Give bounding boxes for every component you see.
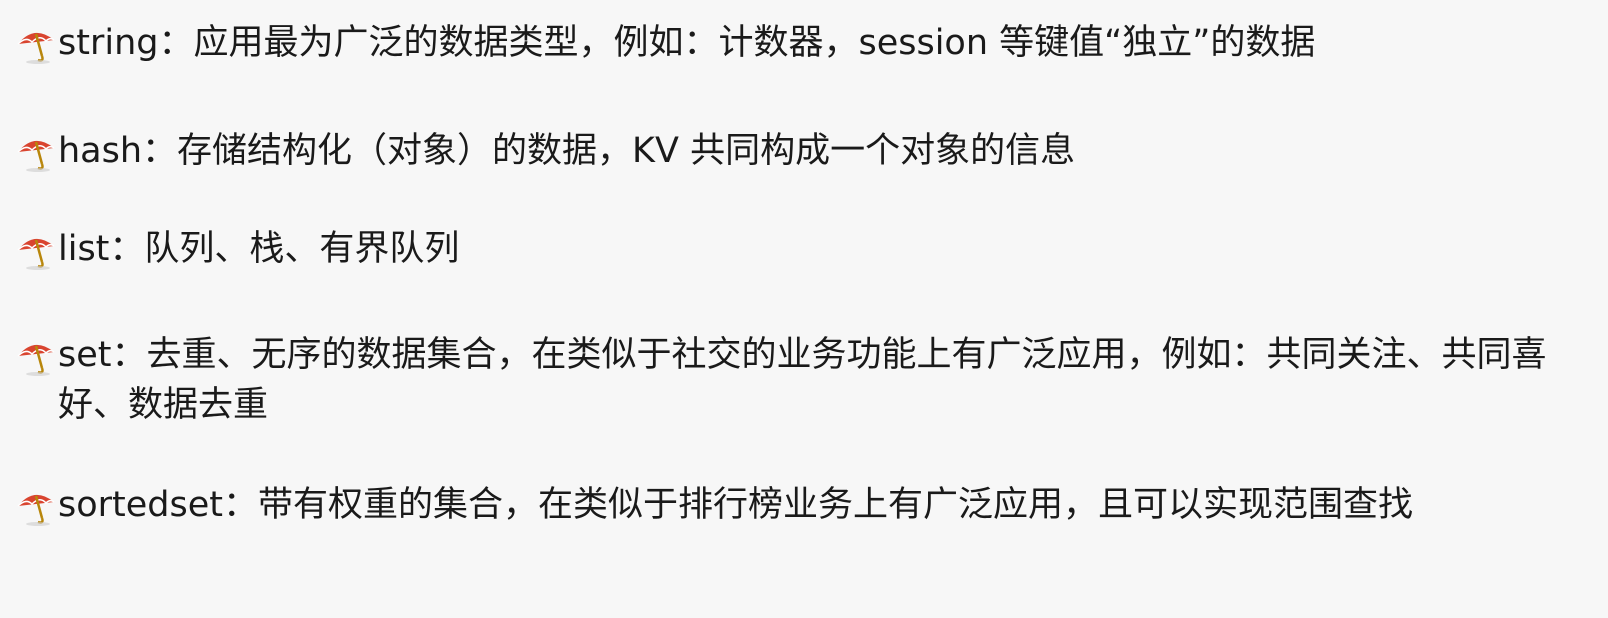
bullet-item-set: set：去重、无序的数据集合，在类似于社交的业务功能上有广泛应用，例如：共同关注… (14, 330, 1594, 430)
bullet-item-hash: hash：存储结构化（对象）的数据，KV 共同构成一个对象的信息 (14, 126, 1594, 176)
bullet-text: hash：存储结构化（对象）的数据，KV 共同构成一个对象的信息 (58, 131, 1076, 171)
bullet-item-list: list：队列、栈、有界队列 (14, 224, 1594, 274)
bullet-item-string: string：应用最为广泛的数据类型，例如：计数器，session 等键值“独立… (14, 18, 1594, 68)
umbrella-icon (17, 344, 55, 376)
bullet-text: sortedset：带有权重的集合，在类似于排行榜业务上有广泛应用，且可以实现范… (58, 485, 1414, 525)
umbrella-icon (17, 238, 55, 270)
bullet-text: string：应用最为广泛的数据类型，例如：计数器，session 等键值“独立… (58, 23, 1316, 63)
bullet-text: set：去重、无序的数据集合，在类似于社交的业务功能上有广泛应用，例如：共同关注… (58, 335, 1547, 425)
bullet-item-sortedset: sortedset：带有权重的集合，在类似于排行榜业务上有广泛应用，且可以实现范… (14, 480, 1594, 530)
slide: string：应用最为广泛的数据类型，例如：计数器，session 等键值“独立… (0, 0, 1608, 618)
umbrella-icon (17, 494, 55, 526)
umbrella-icon (17, 140, 55, 172)
bullet-text: list：队列、栈、有界队列 (58, 229, 460, 269)
umbrella-icon (17, 32, 55, 64)
